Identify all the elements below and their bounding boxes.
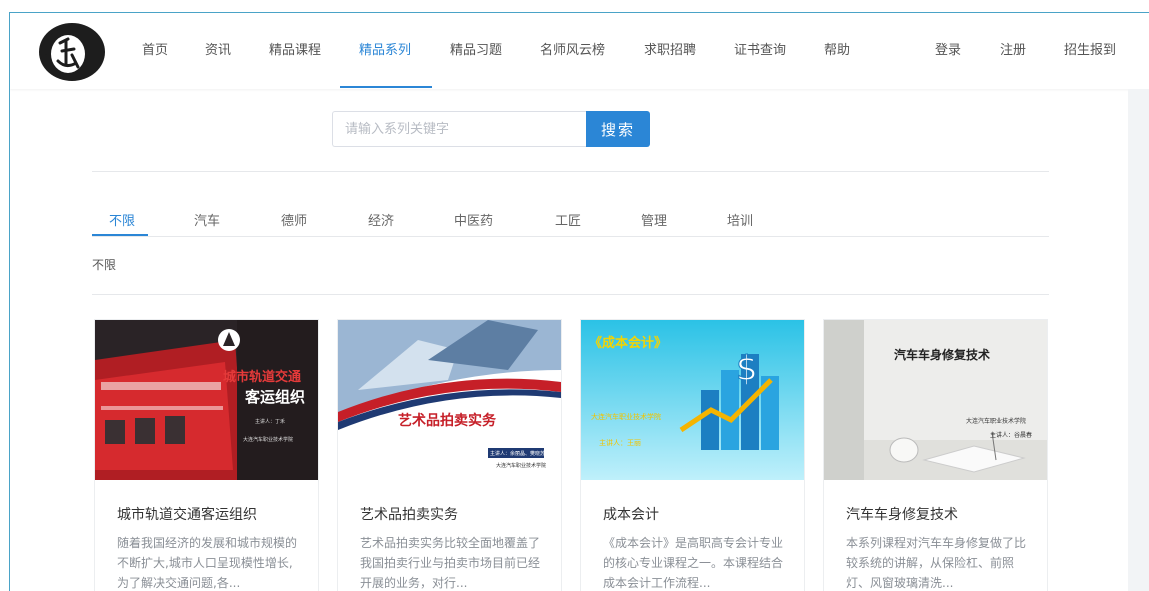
svg-text:$: $: [736, 349, 758, 389]
scrollbar[interactable]: [1128, 89, 1149, 591]
card-description: 本系列课程对汽车车身修复做了比较系统的讲解，从保险杠、前照灯、风窗玻璃清洗...: [846, 536, 1027, 590]
search-input[interactable]: [332, 111, 586, 147]
nav-help[interactable]: 帮助: [824, 39, 850, 58]
site-logo[interactable]: [32, 21, 106, 83]
card-description: 《成本会计》是高职高专会计专业的核心专业课程之一。本课程结合成本会计工作流程..…: [603, 536, 784, 590]
search-button[interactable]: 搜索: [586, 111, 650, 147]
nav-jobs[interactable]: 求职招聘: [644, 39, 696, 58]
thumbnail-title: 城市轨道交通: [223, 370, 302, 385]
course-thumbnail: $ 《成本会计》 大连汽车职业技术学院 主讲人：王丽: [581, 320, 804, 480]
thumbnail-lecturer: 主讲人：王丽: [599, 439, 641, 447]
nav-teacher-ranking[interactable]: 名师风云榜: [540, 39, 605, 58]
tab-training[interactable]: 培训: [727, 210, 753, 229]
card-title[interactable]: 汽车车身修复技术: [846, 504, 958, 524]
thumbnail-school: 大连汽车职业技术学院: [243, 437, 294, 443]
series-card[interactable]: 汽车车身修复技术 大连汽车职业技术学院 主讲人：谷晨春 汽车车身修复技术 本系列…: [823, 319, 1048, 591]
nav-courses[interactable]: 精品课程: [269, 39, 321, 58]
enroll-link[interactable]: 招生报到: [1064, 39, 1116, 58]
sub-filter-all[interactable]: 不限: [92, 256, 116, 273]
series-card[interactable]: 城市轨道交通 客运组织 主讲人：丁禾 大连汽车职业技术学院 城市轨道交通客运组织…: [94, 319, 319, 591]
thumbnail-lecturer: 主讲人：余丽晶、樊晓苏: [490, 451, 546, 457]
card-title[interactable]: 城市轨道交通客运组织: [117, 504, 257, 524]
tab-craftsman[interactable]: 工匠: [555, 210, 581, 229]
card-description: 随着我国经济的发展和城市规模的不断扩大,城市人口呈现模性增长,为了解决交通问题,…: [117, 536, 298, 590]
series-card[interactable]: 艺术品拍卖实务 主讲人：余丽晶、樊晓苏 大连汽车职业技术学院 艺术品拍卖实务 艺…: [337, 319, 562, 591]
login-link[interactable]: 登录: [935, 39, 961, 58]
ink-logo-icon: [39, 23, 105, 81]
thumbnail-title: 《成本会计》: [589, 336, 668, 351]
divider: [92, 294, 1049, 295]
active-nav-indicator: [340, 86, 432, 88]
thumbnail-title: 汽车车身修复技术: [894, 348, 991, 362]
tab-auto[interactable]: 汽车: [194, 210, 220, 229]
thumbnail-subtitle: 客运组织: [245, 388, 306, 406]
nav-home[interactable]: 首页: [142, 39, 168, 58]
divider: [92, 236, 1049, 237]
card-title[interactable]: 艺术品拍卖实务: [360, 504, 458, 524]
thumbnail-lecturer: 主讲人：谷晨春: [990, 432, 1033, 439]
thumbnail-school: 大连汽车职业技术学院: [591, 413, 661, 421]
app-frame: 首页 资讯 精品课程 精品系列 精品习题 名师风云榜 求职招聘 证书查询 帮助 …: [9, 12, 1149, 591]
thumbnail-school: 大连汽车职业技术学院: [966, 418, 1027, 425]
nav-news[interactable]: 资讯: [205, 39, 231, 58]
top-navbar: 首页 资讯 精品课程 精品系列 精品习题 名师风云榜 求职招聘 证书查询 帮助 …: [10, 13, 1149, 89]
nav-certificate[interactable]: 证书查询: [734, 39, 786, 58]
card-title[interactable]: 成本会计: [603, 504, 659, 524]
course-thumbnail: 城市轨道交通 客运组织 主讲人：丁禾 大连汽车职业技术学院: [95, 320, 318, 480]
register-link[interactable]: 注册: [1000, 39, 1026, 58]
thumbnail-title: 艺术品拍卖实务: [398, 413, 496, 429]
thumbnail-lecturer: 主讲人：丁禾: [255, 419, 286, 425]
nav-series[interactable]: 精品系列: [359, 39, 411, 58]
tab-all[interactable]: 不限: [109, 210, 135, 229]
course-thumbnail: 艺术品拍卖实务 主讲人：余丽晶、樊晓苏 大连汽车职业技术学院: [338, 320, 561, 480]
thumbnail-school: 大连汽车职业技术学院: [496, 463, 547, 469]
tab-economy[interactable]: 经济: [368, 210, 394, 229]
divider: [92, 171, 1049, 172]
nav-exercises[interactable]: 精品习题: [450, 39, 502, 58]
tab-chinese-medicine[interactable]: 中医药: [454, 210, 493, 229]
series-card[interactable]: $ 《成本会计》 大连汽车职业技术学院 主讲人：王丽 成本会计 《成本会计》是高…: [580, 319, 805, 591]
course-thumbnail: 汽车车身修复技术 大连汽车职业技术学院 主讲人：谷晨春: [824, 320, 1047, 480]
card-description: 艺术品拍卖实务比较全面地覆盖了我国拍卖行业与拍卖市场目前已经开展的业务，对行..…: [360, 536, 541, 590]
tab-management[interactable]: 管理: [641, 210, 667, 229]
tab-deshi[interactable]: 德师: [281, 210, 307, 229]
